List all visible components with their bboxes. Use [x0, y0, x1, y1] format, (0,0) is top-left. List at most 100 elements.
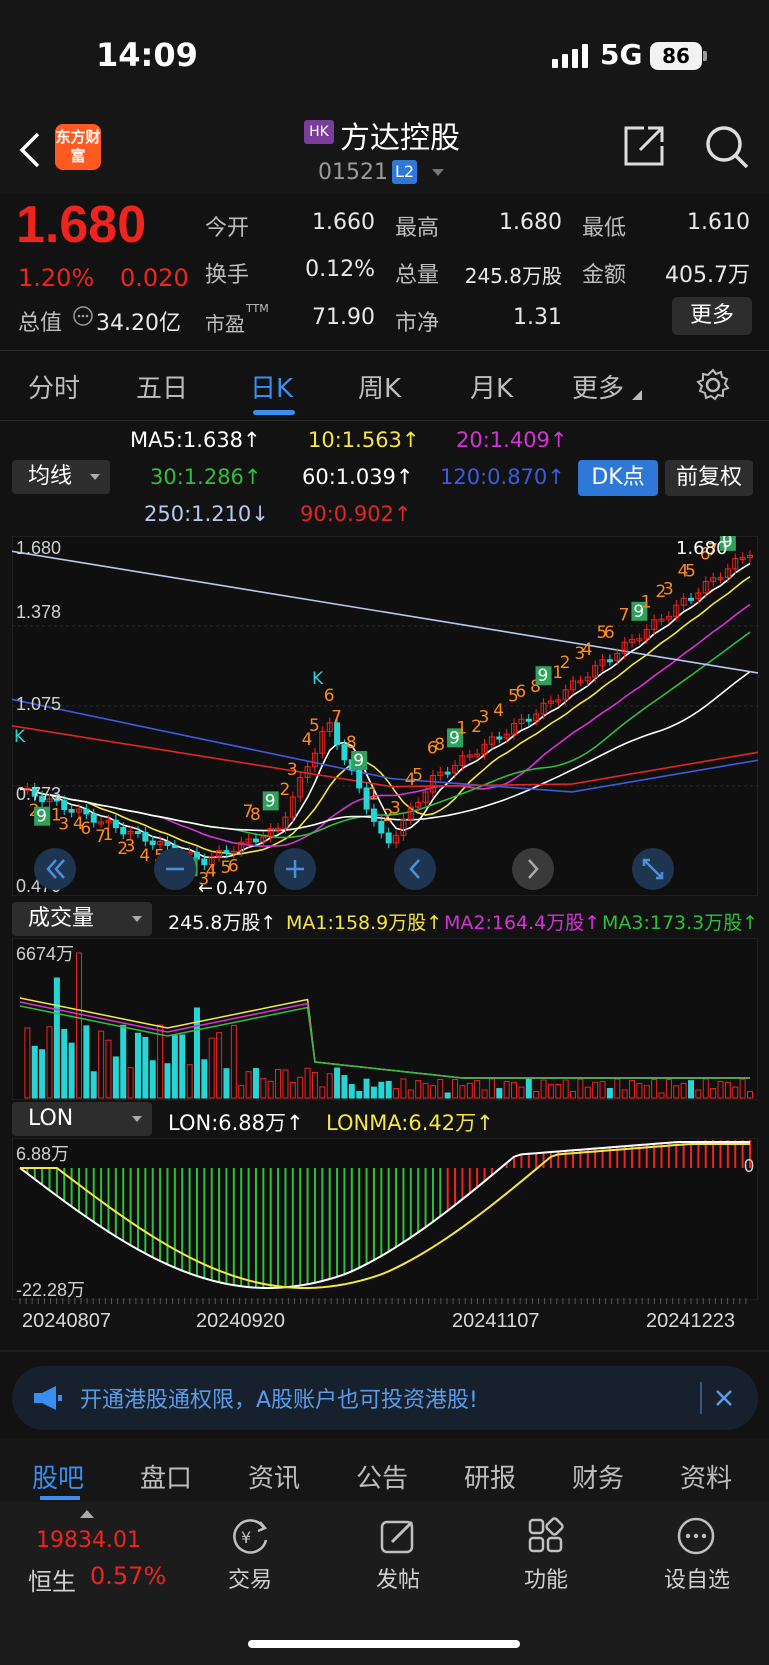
index-change[interactable]: 0.57% — [90, 1562, 166, 1590]
scroll-left-fast-icon[interactable] — [34, 848, 76, 890]
tab-monthly-k[interactable]: 月K — [470, 368, 513, 405]
k-label: K — [14, 727, 26, 747]
post-label[interactable]: 发帖 — [358, 1562, 438, 1594]
candle-body — [61, 800, 68, 811]
candle-body — [142, 831, 149, 842]
active-tab-indicator — [253, 410, 295, 415]
candle-body — [606, 659, 613, 663]
more-button[interactable]: 更多 — [672, 297, 752, 335]
tab-intraday[interactable]: 分时 — [28, 368, 80, 405]
low-label: 最低 — [582, 216, 627, 241]
zoom-out-icon[interactable] — [154, 848, 196, 890]
volume-bar — [134, 1032, 141, 1099]
edit-post-icon[interactable] — [378, 1516, 418, 1556]
more-dots-icon[interactable] — [676, 1516, 716, 1556]
candle-body — [134, 831, 141, 835]
ma20-value: 20:1.409↑ — [456, 428, 568, 452]
tab-finance[interactable]: 财务 — [572, 1458, 624, 1495]
dk-marker: 9 — [353, 751, 364, 771]
volume-chart[interactable] — [12, 938, 758, 1100]
scroll-left-icon[interactable] — [394, 848, 436, 890]
indicator-select-label: 均线 — [28, 464, 73, 489]
tab-daily-k[interactable]: 日K — [250, 368, 293, 405]
tab-profile[interactable]: 资料 — [680, 1458, 732, 1495]
level2-badge[interactable]: L2 — [392, 160, 417, 184]
volume-bar — [341, 1075, 348, 1099]
tab-weekly-k[interactable]: 周K — [358, 368, 401, 405]
tab-research[interactable]: 研报 — [464, 1458, 516, 1495]
tab-news[interactable]: 资讯 — [248, 1458, 300, 1495]
volume-value: 245.8万股↑ — [168, 912, 277, 934]
x-date-label: 20240920 — [196, 1310, 285, 1332]
search-icon[interactable] — [704, 124, 750, 170]
functions-label[interactable]: 功能 — [506, 1562, 586, 1594]
pb-label: 市净 — [395, 311, 440, 336]
share-icon[interactable] — [622, 124, 666, 168]
tab-more[interactable]: 更多 — [572, 368, 624, 405]
adjust-button[interactable]: 前复权 — [665, 460, 753, 496]
divider — [0, 1350, 769, 1352]
volume-bar — [334, 1067, 341, 1099]
dk-marker: 8 — [346, 733, 357, 753]
dk-marker: 3 — [58, 815, 69, 835]
scroll-right-icon[interactable] — [512, 848, 554, 890]
back-arrow-icon[interactable] — [18, 130, 42, 170]
volume-bar — [164, 1063, 171, 1099]
info-dots-icon[interactable] — [72, 305, 94, 327]
tab-forum[interactable]: 股吧 — [32, 1458, 84, 1495]
fullscreen-icon[interactable] — [632, 848, 674, 890]
volume-value: 245.8万股 — [464, 264, 562, 288]
chevron-down-icon[interactable] — [432, 169, 444, 176]
volume-bar — [61, 1028, 68, 1099]
y-tick-label: 1.680 — [16, 538, 62, 558]
indicator-select[interactable]: 均线 — [12, 460, 110, 494]
volume-bar — [142, 1036, 149, 1099]
dk-marker: 5 — [412, 765, 423, 785]
lon-chart[interactable] — [12, 1138, 758, 1300]
lon-zero-label: 0 — [744, 1156, 755, 1176]
trade-label[interactable]: 交易 — [210, 1562, 290, 1594]
volume-bar — [496, 1088, 503, 1099]
index-name[interactable]: 恒生 — [28, 1562, 76, 1597]
price-chart[interactable]: 2913467123456793456789234567891234568912… — [12, 536, 758, 896]
exchange-yen-icon[interactable]: ¥ — [228, 1516, 272, 1556]
ma60-value: 60:1.039↑ — [302, 465, 414, 489]
functions-grid-icon[interactable] — [526, 1516, 566, 1556]
battery-tip — [703, 51, 707, 61]
dk-marker: 5 — [685, 562, 696, 582]
tab-five-day[interactable]: 五日 — [136, 368, 188, 405]
dk-point-button[interactable]: DK点 — [578, 460, 658, 496]
dk-marker: 9 — [265, 791, 276, 811]
stock-name[interactable]: 方达控股 — [340, 113, 460, 157]
lon-indicator-select[interactable]: LON — [12, 1102, 152, 1136]
candle-body — [444, 771, 451, 775]
status-time: 14:09 — [96, 36, 198, 74]
index-value[interactable]: 19834.01 — [36, 1528, 141, 1553]
volume-indicator-select[interactable]: 成交量 — [12, 902, 152, 936]
y-tick-label: 1.378 — [16, 602, 62, 622]
volume-select-label: 成交量 — [28, 906, 95, 931]
volume-bar — [112, 1056, 119, 1099]
x-date-label: 20240807 — [22, 1310, 111, 1332]
high-value: 1.680 — [499, 210, 562, 235]
volume-bar — [363, 1078, 370, 1099]
volume-bar — [83, 1025, 90, 1099]
corner-caret-icon — [632, 390, 642, 400]
battery-icon: 86 — [650, 42, 702, 70]
caret-up-icon[interactable] — [80, 1510, 94, 1518]
banner-text[interactable]: 开通港股通权限，A股账户也可投资港股! — [80, 1382, 478, 1414]
candle-body — [370, 808, 377, 822]
divider — [0, 420, 769, 421]
dk-marker: 3 — [287, 760, 298, 780]
candle-body — [356, 769, 363, 789]
close-icon[interactable] — [714, 1388, 734, 1408]
candle-body — [149, 840, 156, 846]
watchlist-label[interactable]: 设自选 — [652, 1562, 742, 1594]
tab-announcements[interactable]: 公告 — [356, 1458, 408, 1495]
settings-gear-icon[interactable] — [696, 368, 730, 402]
volume-bar — [444, 1092, 451, 1099]
tab-order-book[interactable]: 盘口 — [140, 1458, 192, 1495]
k-label: K — [312, 669, 324, 689]
zoom-in-icon[interactable] — [274, 848, 316, 890]
dk-marker: 9 — [36, 807, 47, 827]
